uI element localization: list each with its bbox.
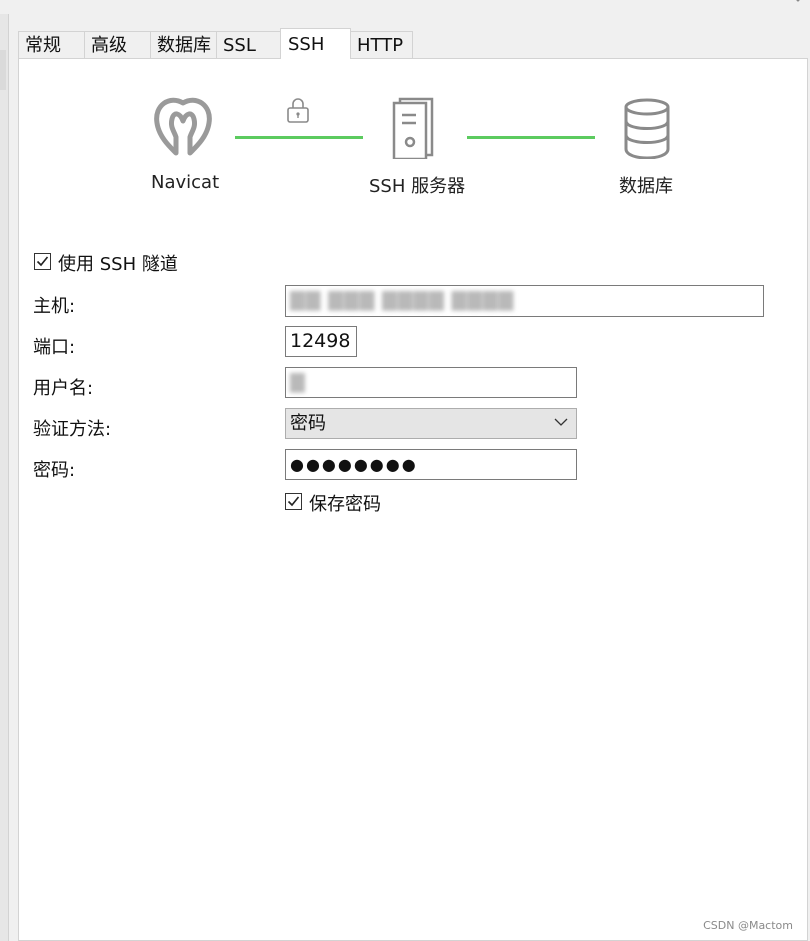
host-input[interactable]: ▇▇ ▇▇▇ ▇▇▇▇ ▇▇▇▇ (285, 285, 764, 317)
password-input[interactable]: ●●●●●●●● (285, 449, 577, 480)
use-ssh-label: 使用 SSH 隧道 (58, 254, 178, 275)
watermark: CSDN @Mactom (703, 919, 793, 932)
tab-advanced[interactable]: 高级 (84, 31, 151, 59)
navicat-label: Navicat (151, 172, 220, 193)
username-input[interactable]: ▇ (285, 367, 577, 398)
server-icon (392, 97, 434, 159)
username-label: 用户名: (33, 378, 94, 399)
close-icon[interactable] (788, 0, 808, 8)
host-label: 主机: (33, 296, 76, 317)
tab-http[interactable]: HTTP (350, 31, 413, 59)
lock-icon (287, 98, 309, 123)
left-edge-strip (0, 14, 9, 941)
chevron-down-icon (554, 418, 568, 426)
database-label: 数据库 (619, 176, 673, 197)
tab-database[interactable]: 数据库 (150, 31, 217, 59)
port-label: 端口: (33, 337, 76, 358)
ssh-server-label: SSH 服务器 (369, 176, 466, 197)
client-server-link (235, 136, 363, 139)
username-value: ▇ (290, 371, 306, 393)
use-ssh-checkbox[interactable] (34, 253, 51, 270)
server-database-link (467, 136, 595, 139)
tab-ssh[interactable]: SSH (280, 28, 351, 59)
save-password-label: 保存密码 (309, 494, 381, 515)
auth-method-label: 验证方法: (33, 419, 112, 440)
auth-method-select[interactable]: 密码 (285, 408, 577, 439)
save-password-checkbox[interactable] (285, 493, 302, 510)
ssh-settings-panel: Navicat SSH 服务器 数据库 使用 SSH 隧道 主机: ▇▇ ▇▇▇… (18, 58, 808, 941)
tab-ssl[interactable]: SSL (216, 31, 281, 59)
auth-method-value: 密码 (290, 413, 326, 434)
host-value: ▇▇ ▇▇▇ ▇▇▇▇ ▇▇▇▇ (290, 289, 515, 311)
password-value: ●●●●●●●● (290, 455, 418, 474)
tab-general[interactable]: 常规 (18, 31, 85, 59)
port-input[interactable]: 12498 (285, 326, 357, 357)
left-edge-handle (0, 50, 6, 90)
navicat-logo-icon (154, 97, 212, 156)
password-label: 密码: (33, 460, 76, 481)
database-icon (624, 98, 670, 159)
